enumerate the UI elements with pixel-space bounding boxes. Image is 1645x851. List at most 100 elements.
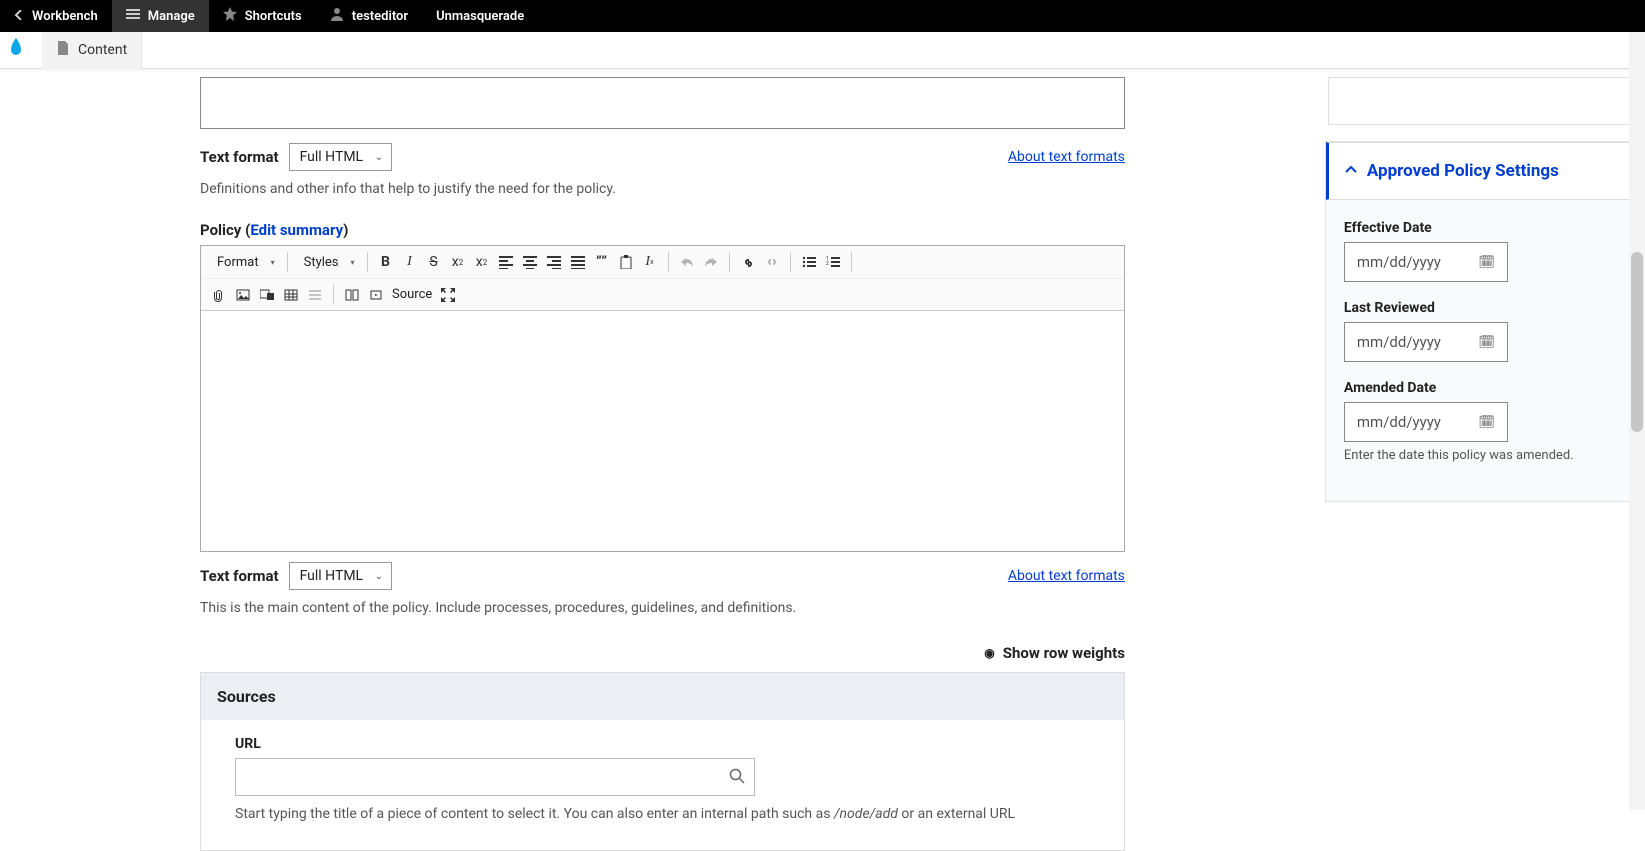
admin-toolbar: Workbench Manage Shortcuts testeditor Un… [0, 0, 1645, 32]
align-justify-button[interactable] [566, 250, 590, 274]
url-help-text: Start typing the title of a piece of con… [235, 806, 1090, 822]
drupal-icon[interactable] [8, 38, 24, 62]
scrollbar-thumb[interactable] [1631, 252, 1643, 432]
align-left-button[interactable] [494, 250, 518, 274]
star-icon [223, 7, 237, 25]
unmasquerade-link[interactable]: Unmasquerade [422, 0, 538, 32]
blockquote-button[interactable]: ”” [590, 250, 614, 274]
shortcuts-label: Shortcuts [245, 9, 302, 24]
sources-header: Sources [200, 672, 1125, 720]
calendar-icon: 🗓 [1478, 415, 1495, 430]
separator [790, 252, 791, 272]
sources-body: URL Start typing the title of a piece of… [200, 720, 1125, 851]
content-label: Content [78, 42, 127, 58]
scrollbar[interactable] [1629, 32, 1645, 810]
url-input[interactable] [235, 758, 755, 796]
iframe-button[interactable] [340, 283, 364, 307]
back-button[interactable]: Workbench [0, 0, 112, 32]
show-row-weights-toggle[interactable]: ◉ Show row weights [200, 644, 1125, 662]
about-text-formats-1[interactable]: About text formats [1008, 149, 1125, 165]
image-button[interactable] [231, 283, 255, 307]
undo-button[interactable] [675, 250, 699, 274]
policy-editor-body[interactable] [201, 311, 1124, 551]
separator [287, 252, 288, 272]
effective-date-input[interactable]: mm/dd/yyyy 🗓 [1344, 242, 1508, 282]
content-link[interactable]: Content [42, 32, 142, 69]
hamburger-icon [126, 7, 140, 25]
shortcuts-tab[interactable]: Shortcuts [209, 0, 316, 32]
last-reviewed-label: Last Reviewed [1344, 300, 1626, 316]
attachment-button[interactable] [207, 283, 231, 307]
superscript-button[interactable]: x2 [446, 250, 470, 274]
calendar-icon: 🗓 [1478, 255, 1495, 270]
user-label: testeditor [352, 9, 408, 24]
table-button[interactable] [279, 283, 303, 307]
align-right-button[interactable] [542, 250, 566, 274]
sidebar: Approved Policy Settings Effective Date … [1325, 77, 1645, 851]
chevron-left-icon [14, 9, 24, 24]
document-icon [56, 41, 70, 59]
italic-button[interactable]: I [398, 250, 422, 274]
text-format-label-2: Text format [200, 567, 279, 585]
chevron-down-icon: ⌄ [375, 152, 383, 163]
effective-date-label: Effective Date [1344, 220, 1626, 236]
text-format-label-1: Text format [200, 148, 279, 166]
unmasquerade-label: Unmasquerade [436, 9, 524, 24]
link-button[interactable] [736, 250, 760, 274]
align-center-button[interactable] [518, 250, 542, 274]
amended-date-help: Enter the date this policy was amended. [1344, 448, 1626, 463]
user-tab[interactable]: testeditor [316, 0, 422, 32]
manage-tab[interactable]: Manage [112, 0, 209, 32]
hr-button[interactable] [303, 283, 327, 307]
prev-panel-bottom [1328, 77, 1642, 125]
embed-button[interactable] [364, 283, 388, 307]
chevron-down-icon: ⌄ [375, 571, 383, 582]
strikethrough-button[interactable]: S [422, 250, 446, 274]
text-format-select-1[interactable]: Full HTML ⌄ [289, 143, 393, 171]
styles-dropdown[interactable]: Styles [294, 251, 361, 274]
calendar-icon: 🗓 [1478, 335, 1495, 350]
format-dropdown[interactable]: Format [207, 251, 281, 274]
amended-date-input[interactable]: mm/dd/yyyy 🗓 [1344, 402, 1508, 442]
about-text-formats-2[interactable]: About text formats [1008, 568, 1125, 584]
source-button[interactable]: Source [388, 287, 436, 302]
panel-title: Approved Policy Settings [1367, 161, 1559, 181]
separator [333, 285, 334, 305]
paste-button[interactable] [614, 250, 638, 274]
separator [729, 252, 730, 272]
row-weights-label: Show row weights [1003, 644, 1125, 662]
url-field-label: URL [235, 736, 1090, 752]
edit-summary-link[interactable]: Edit summary [250, 221, 343, 239]
approved-policy-panel: Approved Policy Settings Effective Date … [1325, 141, 1645, 502]
remove-format-button[interactable]: Ix [638, 250, 662, 274]
bullet-list-button[interactable] [797, 250, 821, 274]
manage-label: Manage [148, 9, 195, 24]
redo-button[interactable] [699, 250, 723, 274]
definitions-textarea[interactable] [200, 77, 1125, 129]
eye-icon: ◉ [984, 646, 994, 660]
workbench-label: Workbench [32, 9, 98, 24]
editor-toolbar: Format Styles B I S x2 x2 ”” Ix [201, 246, 1124, 311]
user-icon [330, 7, 344, 25]
bold-button[interactable]: B [374, 250, 398, 274]
text-format-value-2: Full HTML [300, 568, 364, 584]
policy-richtext-editor: Format Styles B I S x2 x2 ”” Ix [200, 245, 1125, 552]
definitions-help: Definitions and other info that help to … [200, 181, 1125, 197]
number-list-button[interactable]: 12 [821, 250, 845, 274]
subscript-button[interactable]: x2 [470, 250, 494, 274]
search-icon [729, 768, 745, 788]
separator [851, 252, 852, 272]
unlink-button[interactable] [760, 250, 784, 274]
policy-field-label: Policy (Edit summary) [200, 221, 1125, 239]
last-reviewed-input[interactable]: mm/dd/yyyy 🗓 [1344, 322, 1508, 362]
maximize-button[interactable] [436, 283, 460, 307]
media-button[interactable] [255, 283, 279, 307]
chevron-up-icon [1345, 161, 1357, 181]
separator [367, 252, 368, 272]
policy-help: This is the main content of the policy. … [200, 600, 1125, 616]
separator [668, 252, 669, 272]
approved-policy-toggle[interactable]: Approved Policy Settings [1326, 142, 1644, 200]
secondary-toolbar: Content [0, 32, 1645, 69]
amended-date-label: Amended Date [1344, 380, 1626, 396]
text-format-select-2[interactable]: Full HTML ⌄ [289, 562, 393, 590]
